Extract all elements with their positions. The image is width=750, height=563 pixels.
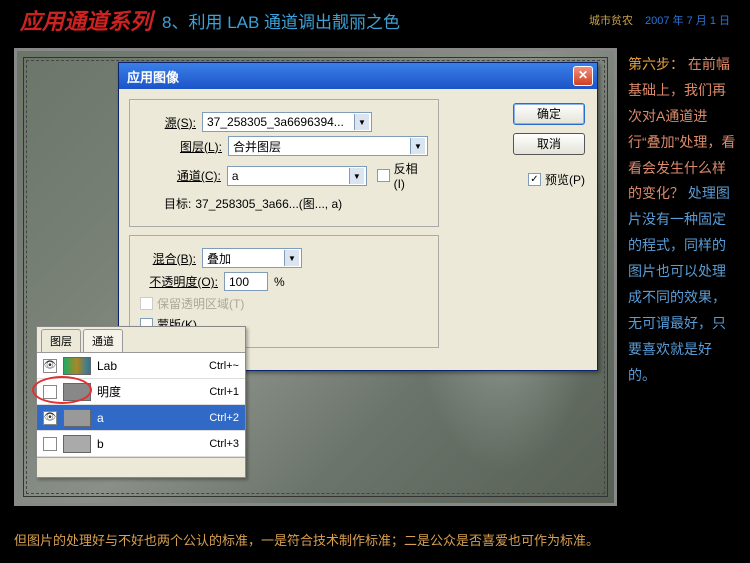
invert-checkbox[interactable]: 反相(I) — [377, 160, 428, 191]
source-label: 源(S): — [140, 114, 196, 131]
channel-row-明度[interactable]: 明度 Ctrl+1 — [37, 379, 245, 405]
channel-list: 👁 Lab Ctrl+~ 明度 Ctrl+1 👁 a Ctrl+2 b Ctrl+3 — [37, 353, 245, 457]
source-fieldset: 源(S): 37_258305_3a6696394... 图层(L): 合并图层… — [129, 99, 439, 227]
lesson-title: 8、利用 LAB 通道调出靓丽之色 — [162, 8, 400, 33]
blend-label: 混合(B): — [140, 250, 196, 267]
close-icon[interactable]: ✕ — [573, 66, 593, 86]
channel-row-a[interactable]: 👁 a Ctrl+2 — [37, 405, 245, 431]
channel-shortcut: Ctrl+~ — [209, 360, 239, 372]
checkbox-icon: ✓ — [528, 173, 541, 186]
instruction-p2: 处理图片没有一种固定的程式，同样的图片也可以处理成不同的效果，无可谓最好，只要喜… — [628, 185, 730, 382]
channel-name: b — [97, 437, 147, 451]
channel-select[interactable]: a — [227, 166, 367, 186]
panel-footer — [37, 457, 245, 477]
opacity-unit: % — [274, 275, 285, 289]
dialog-title: 应用图像 — [127, 67, 179, 86]
tab-layers[interactable]: 图层 — [41, 329, 81, 352]
channel-name: 明度 — [97, 383, 147, 400]
preview-label: 预览(P) — [545, 171, 585, 188]
apply-image-dialog: 应用图像 ✕ 确定 取消 ✓ 预览(P) 源(S): 37_258305_3a6… — [118, 62, 598, 371]
cancel-button[interactable]: 取消 — [513, 133, 585, 155]
opacity-label: 不透明度(O): — [140, 273, 218, 290]
target-value: 37_258305_3a66...(图..., a) — [195, 195, 342, 212]
dropdown-icon — [349, 168, 364, 184]
visibility-eye-icon[interactable] — [43, 437, 57, 451]
channel-row-Lab[interactable]: 👁 Lab Ctrl+~ — [37, 353, 245, 379]
channel-label: 通道(C): — [174, 167, 221, 184]
channel-name: Lab — [97, 359, 147, 373]
step-heading: 第六步： — [628, 56, 684, 72]
visibility-eye-icon[interactable] — [43, 385, 57, 399]
target-label: 目标: — [164, 195, 191, 212]
dropdown-icon — [284, 250, 299, 266]
channel-shortcut: Ctrl+2 — [209, 412, 239, 424]
channel-name: a — [97, 411, 147, 425]
channel-shortcut: Ctrl+3 — [209, 438, 239, 450]
preserve-transparency-checkbox: 保留透明区域(T) — [140, 295, 428, 312]
blend-select[interactable]: 叠加 — [202, 248, 302, 268]
preview-checkbox[interactable]: ✓ 预览(P) — [528, 171, 585, 188]
channel-thumb — [63, 383, 91, 401]
footer-note: 但图片的处理好与不好也两个公认的标准，一是符合技术制作标准；二是公众是否喜爱也可… — [14, 530, 736, 549]
channel-thumb — [63, 435, 91, 453]
instruction-p1: 在前幅基础上，我们再次对A通道进行“叠加”处理，看看会发生什么样的变化？ — [628, 56, 735, 201]
series-title: 应用通道系列 — [20, 4, 152, 36]
layer-select[interactable]: 合并图层 — [228, 136, 428, 156]
opacity-input[interactable]: 100 — [224, 272, 268, 291]
source-select[interactable]: 37_258305_3a6696394... — [202, 112, 372, 132]
channel-thumb — [63, 409, 91, 427]
channel-row-b[interactable]: b Ctrl+3 — [37, 431, 245, 457]
visibility-eye-icon[interactable]: 👁 — [43, 359, 57, 373]
dropdown-icon — [354, 114, 369, 130]
publish-date: 2007 年 7 月 1 日 — [645, 12, 730, 28]
checkbox-icon — [377, 169, 390, 182]
visibility-eye-icon[interactable]: 👁 — [43, 411, 57, 425]
dialog-titlebar[interactable]: 应用图像 ✕ — [119, 63, 597, 89]
instruction-sidebar: 第六步： 在前幅基础上，我们再次对A通道进行“叠加”处理，看看会发生什么样的变化… — [628, 52, 736, 389]
channel-thumb — [63, 357, 91, 375]
channels-panel: 图层 通道 👁 Lab Ctrl+~ 明度 Ctrl+1 👁 a Ctrl+2 b Ctrl+3 — [36, 326, 246, 478]
tab-channels[interactable]: 通道 — [83, 329, 123, 352]
dropdown-icon — [410, 138, 425, 154]
ok-button[interactable]: 确定 — [513, 103, 585, 125]
channel-shortcut: Ctrl+1 — [209, 386, 239, 398]
checkbox-icon — [140, 297, 153, 310]
layer-label: 图层(L): — [174, 138, 222, 155]
page-header: 应用通道系列 8、利用 LAB 通道调出靓丽之色 城市贫农 2007 年 7 月… — [0, 0, 750, 40]
author-tag: 城市贫农 — [589, 12, 633, 28]
